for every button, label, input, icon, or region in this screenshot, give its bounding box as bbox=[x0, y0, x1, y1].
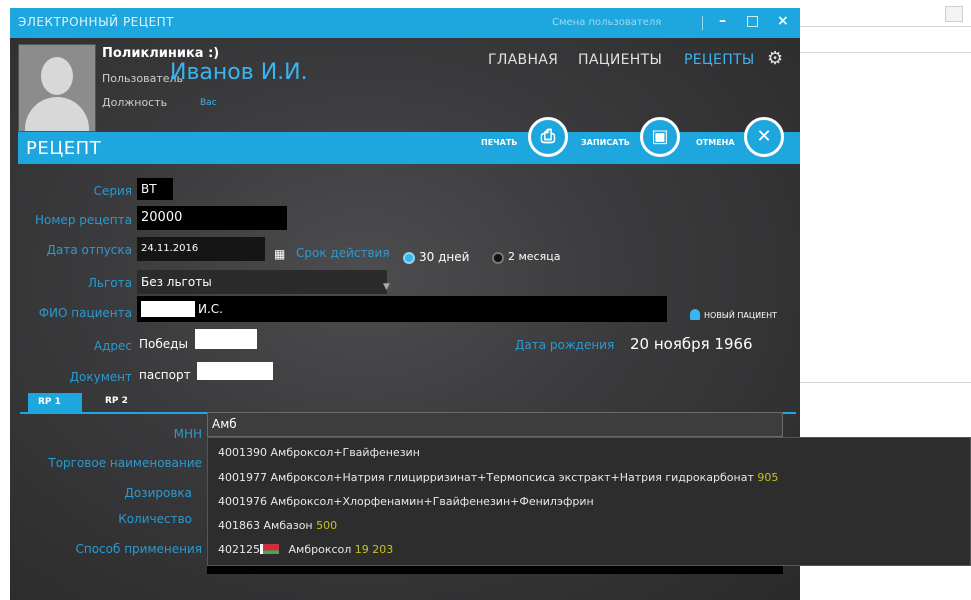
recipe-bar: РЕЦЕПТ bbox=[18, 132, 800, 164]
suggestion-name: Амброксол+Хлорфенамин+Гвайфенезин+Фенилэ… bbox=[270, 495, 594, 508]
mnn-input[interactable]: Амб bbox=[207, 412, 783, 437]
avatar-body-shape bbox=[25, 97, 89, 131]
recipe-title: РЕЦЕПТ bbox=[26, 138, 102, 159]
address-label: Адрес bbox=[93, 339, 132, 353]
floppy-icon[interactable]: ▣ bbox=[640, 117, 680, 157]
clinic-name: Поликлиника :) bbox=[102, 46, 220, 61]
date-input[interactable]: 24.11.2016 bbox=[137, 237, 265, 261]
suggestion-price: 500 bbox=[316, 519, 338, 532]
suggestion-code: 4001977 bbox=[218, 471, 267, 484]
address-value: Победы bbox=[139, 337, 188, 351]
validity-2m-label[interactable]: 2 месяца bbox=[508, 250, 560, 263]
suggestion-item[interactable]: 4001976 Амброксол+Хлорфенамин+Гвайфенези… bbox=[218, 495, 594, 508]
suggestion-price: 905 bbox=[757, 471, 779, 484]
suggestion-code: 401863 bbox=[218, 519, 260, 532]
mnn-suggestions-dropdown: 4001390 Амброксол+Гвайфенезин 4001977 Ам… bbox=[207, 437, 971, 566]
suggestion-name: Амброксол bbox=[288, 543, 352, 556]
validity-30-radio[interactable] bbox=[403, 252, 415, 264]
chevron-down-icon[interactable]: ▼ bbox=[383, 282, 390, 292]
mnn-label: МНН bbox=[173, 427, 202, 441]
series-label: Серия bbox=[93, 184, 132, 198]
suggestion-name: Амбазон bbox=[263, 519, 313, 532]
number-input[interactable]: 20000 bbox=[137, 206, 287, 230]
nav-home[interactable]: ГЛАВНАЯ bbox=[488, 52, 558, 68]
user-name: Иванов И.И. bbox=[170, 60, 308, 85]
suggestion-name: Амброксол+Гвайфенезин bbox=[270, 446, 420, 459]
print-label[interactable]: ПЕЧАТЬ bbox=[481, 138, 517, 147]
suggestion-item[interactable]: 4001390 Амброксол+Гвайфенезин bbox=[218, 446, 420, 459]
avatar bbox=[18, 44, 96, 132]
method-label: Способ применения bbox=[75, 542, 202, 556]
suggestion-price: 19 203 bbox=[354, 543, 394, 556]
gear-icon[interactable]: ⚙ bbox=[767, 48, 783, 69]
cancel-label[interactable]: ОТМЕНА bbox=[696, 138, 735, 147]
benefit-label: Льгота bbox=[87, 276, 132, 290]
person-icon bbox=[690, 309, 700, 320]
printer-icon[interactable]: ⎙ bbox=[528, 117, 568, 157]
new-patient-label: НОВЫЙ ПАЦИЕНТ bbox=[704, 311, 778, 320]
quantity-label: Количество bbox=[118, 512, 192, 526]
validity-2m-radio[interactable] bbox=[492, 252, 504, 264]
nav-recipes[interactable]: РЕЦЕПТЫ bbox=[684, 52, 755, 68]
redacted-block bbox=[141, 301, 195, 317]
close-icon[interactable]: ✕ bbox=[744, 117, 784, 157]
document-value: паспорт bbox=[139, 368, 191, 382]
maximize-button[interactable]: □ bbox=[746, 13, 759, 29]
suggestion-item[interactable]: 402125 Амброксол 19 203 bbox=[218, 543, 393, 556]
benefit-select[interactable]: Без льготы bbox=[137, 270, 387, 294]
position-label: Должность bbox=[102, 96, 168, 109]
nav-patients[interactable]: ПАЦИЕНТЫ bbox=[578, 52, 662, 68]
belarus-flag-icon bbox=[260, 544, 279, 554]
suggestion-code: 4001390 bbox=[218, 446, 267, 459]
minimize-button[interactable]: – bbox=[719, 13, 726, 29]
patient-label: ФИО пациента bbox=[38, 306, 132, 320]
suggestion-item[interactable]: 4001977 Амброксол+Натрия глицирризинат+Т… bbox=[218, 471, 778, 484]
redacted-block bbox=[195, 329, 257, 349]
suggestion-code: 402125 bbox=[218, 543, 260, 556]
save-label[interactable]: ЗАПИСАТЬ bbox=[581, 138, 630, 147]
background-window-control bbox=[945, 6, 963, 22]
title-bar: ЭЛЕКТРОННЫЙ РЕЦЕПТ Смена пользователя – … bbox=[10, 8, 800, 38]
suggestion-name: Амброксол+Натрия глицирризинат+Термопсис… bbox=[270, 471, 754, 484]
close-window-button[interactable]: × bbox=[777, 13, 789, 29]
patient-initials: И.С. bbox=[198, 302, 223, 316]
new-patient-button[interactable]: НОВЫЙ ПАЦИЕНТ bbox=[690, 309, 777, 320]
trade-name-label: Торговое наименование bbox=[48, 456, 202, 470]
avatar-head-shape bbox=[41, 57, 73, 95]
date-label: Дата отпуска bbox=[46, 243, 132, 257]
tab-rp1[interactable]: RP 1 bbox=[28, 393, 82, 412]
calendar-icon[interactable]: ▦ bbox=[274, 247, 285, 261]
background-divider bbox=[800, 26, 971, 27]
suggestion-item[interactable]: 401863 Амбазон 500 bbox=[218, 519, 337, 532]
validity-30-label[interactable]: 30 дней bbox=[419, 250, 469, 264]
window-title: ЭЛЕКТРОННЫЙ РЕЦЕПТ bbox=[18, 15, 175, 29]
validity-label: Срок действия bbox=[296, 246, 390, 260]
birthdate-value: 20 ноября 1966 bbox=[630, 335, 753, 353]
series-input[interactable]: ВТ bbox=[137, 178, 173, 200]
dose-label: Дозировка bbox=[124, 486, 192, 500]
birthdate-label: Дата рождения bbox=[515, 338, 615, 352]
position-value: Вас bbox=[200, 98, 217, 108]
redacted-block bbox=[197, 362, 273, 380]
number-label: Номер рецепта bbox=[35, 213, 132, 227]
suggestion-code: 4001976 bbox=[218, 495, 267, 508]
document-label: Документ bbox=[69, 370, 132, 384]
change-user-link[interactable]: Смена пользователя bbox=[552, 17, 661, 28]
title-separator bbox=[702, 16, 703, 30]
background-divider bbox=[800, 382, 971, 383]
background-divider bbox=[800, 52, 971, 53]
tab-rp2[interactable]: RP 2 bbox=[105, 396, 128, 406]
